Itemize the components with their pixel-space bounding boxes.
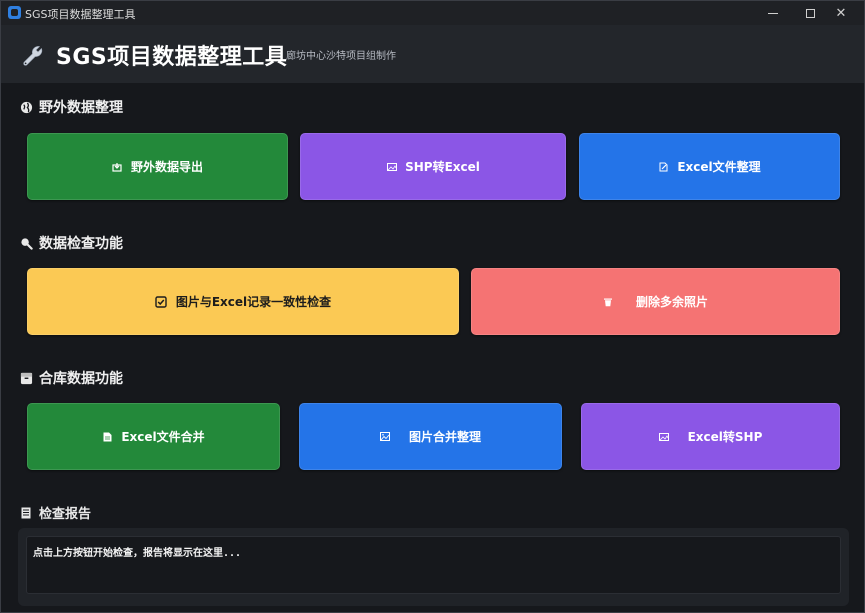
trash-icon bbox=[603, 296, 614, 307]
report-icon bbox=[19, 506, 33, 520]
box-icon bbox=[19, 371, 33, 385]
app-window: SGS项目数据整理工具 ✕ SGS项目数据整理工具 廊坊中心沙特项目组制作 野外… bbox=[0, 0, 865, 613]
section-field-label: 野外数据整理 bbox=[39, 100, 123, 116]
section-warehouse-title: 合库数据功能 bbox=[19, 368, 123, 388]
page-title: SGS项目数据整理工具 bbox=[56, 45, 288, 70]
minimize-icon bbox=[768, 12, 778, 14]
image-icon bbox=[659, 431, 670, 442]
report-title-label: 检查报告 bbox=[39, 507, 92, 522]
delete-extra-photos-button[interactable]: 删除多余照片 bbox=[471, 268, 840, 335]
section-check-label: 数据检查功能 bbox=[39, 236, 123, 252]
excel-file-organize-label: Excel文件整理 bbox=[677, 160, 761, 174]
report-title: 检查报告 bbox=[19, 503, 91, 522]
close-icon: ✕ bbox=[835, 5, 847, 21]
report-text-area[interactable]: 点击上方按钮开始检查，报告将显示在这里... bbox=[26, 536, 841, 594]
checkbox-icon bbox=[155, 295, 168, 308]
maximize-icon bbox=[805, 8, 815, 18]
title-bar: SGS项目数据整理工具 ✕ bbox=[1, 1, 864, 25]
wrench-icon bbox=[23, 46, 43, 66]
photo-excel-consistency-check-button[interactable]: 图片与Excel记录一致性检查 bbox=[27, 268, 459, 335]
section-field-title: 野外数据整理 bbox=[19, 97, 123, 117]
section-check-title: 数据检查功能 bbox=[19, 233, 123, 253]
document-icon bbox=[102, 431, 113, 442]
photo-merge-organize-button[interactable]: 图片合并整理 bbox=[299, 403, 562, 470]
magnifier-icon bbox=[19, 236, 33, 250]
app-logo-icon bbox=[8, 6, 21, 19]
edit-file-icon bbox=[658, 161, 669, 172]
excel-to-shp-label: Excel转SHP bbox=[687, 430, 763, 444]
field-data-export-label: 野外数据导出 bbox=[130, 160, 203, 174]
delete-extra-photos-label: 删除多余照片 bbox=[635, 295, 708, 309]
picture-icon bbox=[380, 431, 391, 442]
page-subtitle: 廊坊中心沙特项目组制作 bbox=[286, 51, 396, 62]
excel-to-shp-button[interactable]: Excel转SHP bbox=[581, 403, 840, 470]
section-warehouse-label: 合库数据功能 bbox=[39, 371, 123, 387]
photo-excel-consistency-check-label: 图片与Excel记录一致性检查 bbox=[175, 295, 332, 309]
report-placeholder-text: 点击上方按钮开始检查，报告将显示在这里... bbox=[33, 548, 242, 559]
export-icon bbox=[112, 161, 123, 172]
field-data-export-button[interactable]: 野外数据导出 bbox=[27, 133, 288, 200]
window-title: SGS项目数据整理工具 bbox=[25, 8, 136, 21]
photo-merge-organize-label: 图片合并整理 bbox=[408, 430, 481, 444]
excel-file-merge-label: Excel文件合并 bbox=[121, 430, 205, 444]
close-button[interactable]: ✕ bbox=[818, 1, 864, 25]
shp-to-excel-label: SHP转Excel bbox=[405, 160, 480, 174]
shp-to-excel-button[interactable]: SHP转Excel bbox=[300, 133, 566, 200]
excel-file-merge-button[interactable]: Excel文件合并 bbox=[27, 403, 280, 470]
header-banner: SGS项目数据整理工具 廊坊中心沙特项目组制作 bbox=[1, 25, 864, 83]
image-icon bbox=[386, 161, 397, 172]
excel-file-organize-button[interactable]: Excel文件整理 bbox=[579, 133, 840, 200]
globe-icon bbox=[19, 100, 33, 114]
